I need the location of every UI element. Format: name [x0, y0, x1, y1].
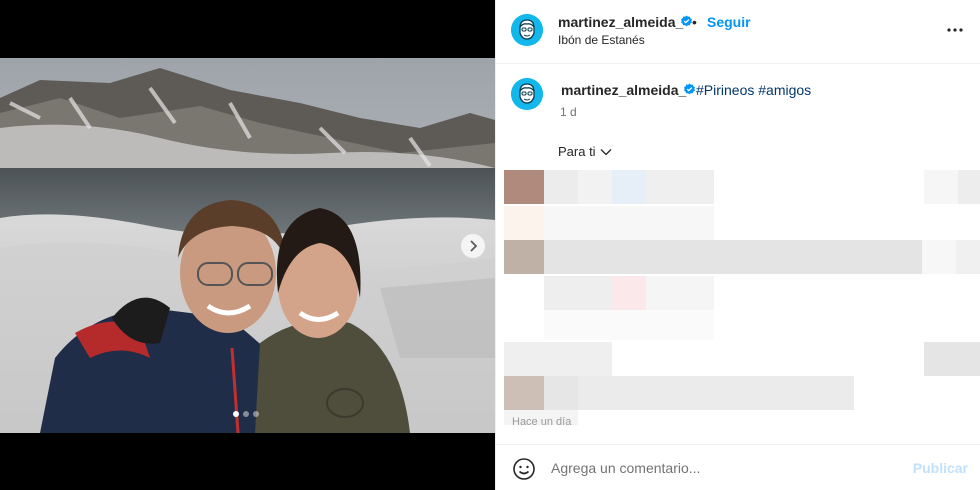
verified-badge-icon — [684, 83, 695, 95]
author-username[interactable]: martinez_almeida_ — [558, 14, 683, 30]
carousel-dot — [243, 411, 249, 417]
post-header: martinez_almeida_ • Seguir Ibón de Estan… — [496, 0, 980, 64]
instagram-post: martinez_almeida_ • Seguir Ibón de Estan… — [0, 0, 980, 490]
sort-label: Para ti — [558, 144, 596, 159]
publish-button[interactable]: Publicar — [913, 460, 968, 476]
carousel-dot — [233, 411, 239, 417]
carousel-indicator — [233, 411, 259, 417]
hashtag-link[interactable]: #amigos — [758, 82, 811, 98]
caption-username[interactable]: martinez_almeida_ — [561, 82, 686, 98]
person-icon — [511, 14, 543, 46]
pixelated-comments — [504, 170, 980, 425]
avatar[interactable] — [511, 78, 543, 110]
carousel-dot — [253, 411, 259, 417]
details-panel: martinez_almeida_ • Seguir Ibón de Estan… — [495, 0, 980, 490]
post-location[interactable]: Ibón de Estanés — [558, 33, 645, 47]
media-pane — [0, 0, 495, 490]
next-slide-button[interactable] — [461, 234, 485, 258]
comment-sort-dropdown[interactable]: Para ti — [558, 144, 612, 159]
person-icon — [511, 78, 543, 110]
post-photo[interactable] — [0, 58, 495, 433]
chevron-right-icon — [470, 240, 478, 252]
chevron-down-icon — [600, 148, 612, 155]
caption-time: 1 d — [560, 105, 577, 119]
comment-composer: Publicar — [496, 444, 980, 490]
avatar[interactable] — [511, 14, 543, 46]
posted-ago: Hace un día — [512, 416, 572, 428]
caption-hashtags: #Pirineos #amigos — [696, 82, 811, 98]
separator-dot: • — [692, 14, 697, 30]
ellipsis-icon[interactable] — [946, 22, 964, 38]
hashtag-link[interactable]: #Pirineos — [696, 82, 754, 98]
smiley-icon[interactable] — [512, 457, 536, 481]
follow-button[interactable]: Seguir — [707, 14, 751, 30]
comment-input[interactable] — [551, 457, 891, 479]
